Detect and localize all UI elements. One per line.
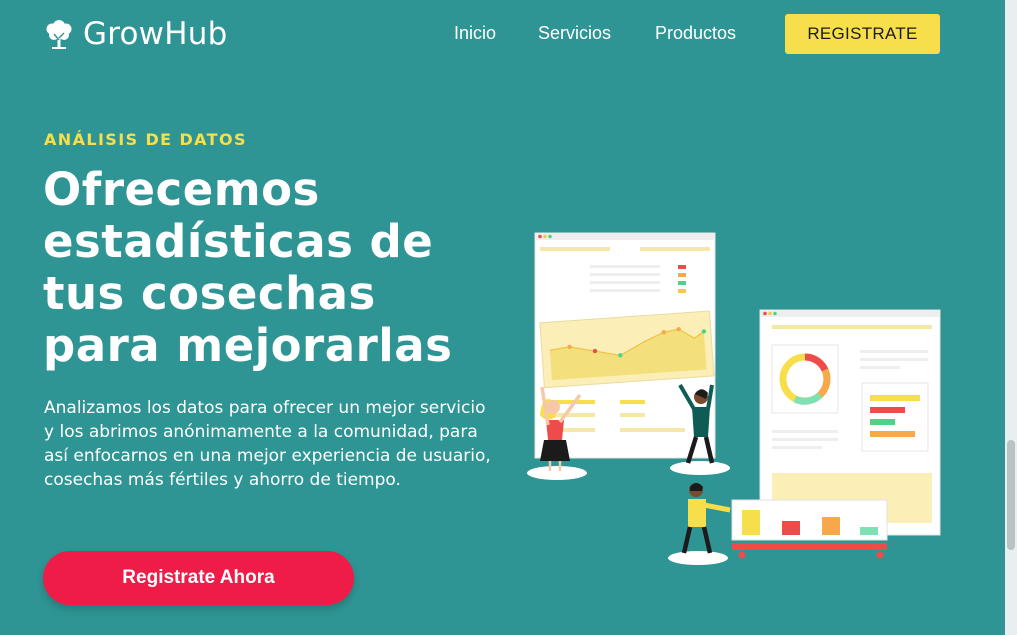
register-button[interactable]: REGISTRATE: [785, 14, 940, 54]
headline-line-2: estadísticas de: [43, 215, 434, 268]
person-woman-bottom: [681, 483, 731, 554]
nav-link-servicios[interactable]: Servicios: [538, 23, 611, 44]
register-now-button[interactable]: Registrate Ahora: [43, 551, 354, 605]
scrollbar-thumb[interactable]: [1007, 440, 1015, 550]
nav-link-productos[interactable]: Productos: [655, 23, 736, 44]
bar-chart-cart: [731, 499, 888, 559]
headline-line-1: Ofrecemos: [43, 163, 320, 216]
tree-icon: [46, 20, 72, 49]
section-eyebrow: ANÁLISIS DE DATOS: [44, 130, 247, 149]
hero-headline: Ofrecemos estadísticas de tus cosechas p…: [43, 164, 513, 372]
brand-logo[interactable]: GrowHub: [44, 16, 227, 52]
headline-line-4: para mejorarlas: [43, 319, 453, 372]
top-navigation: GrowHub Inicio Servicios Productos REGIS…: [0, 0, 1005, 68]
headline-line-3: tus cosechas: [43, 267, 376, 320]
hero-description: Analizamos los datos para ofrecer un mej…: [44, 398, 491, 490]
line-chart-card: [539, 310, 715, 389]
nav-link-inicio[interactable]: Inicio: [454, 23, 496, 44]
data-analytics-illustration: [527, 232, 941, 565]
scrollbar-track[interactable]: [1005, 0, 1017, 635]
brand-name: GrowHub: [83, 16, 228, 52]
